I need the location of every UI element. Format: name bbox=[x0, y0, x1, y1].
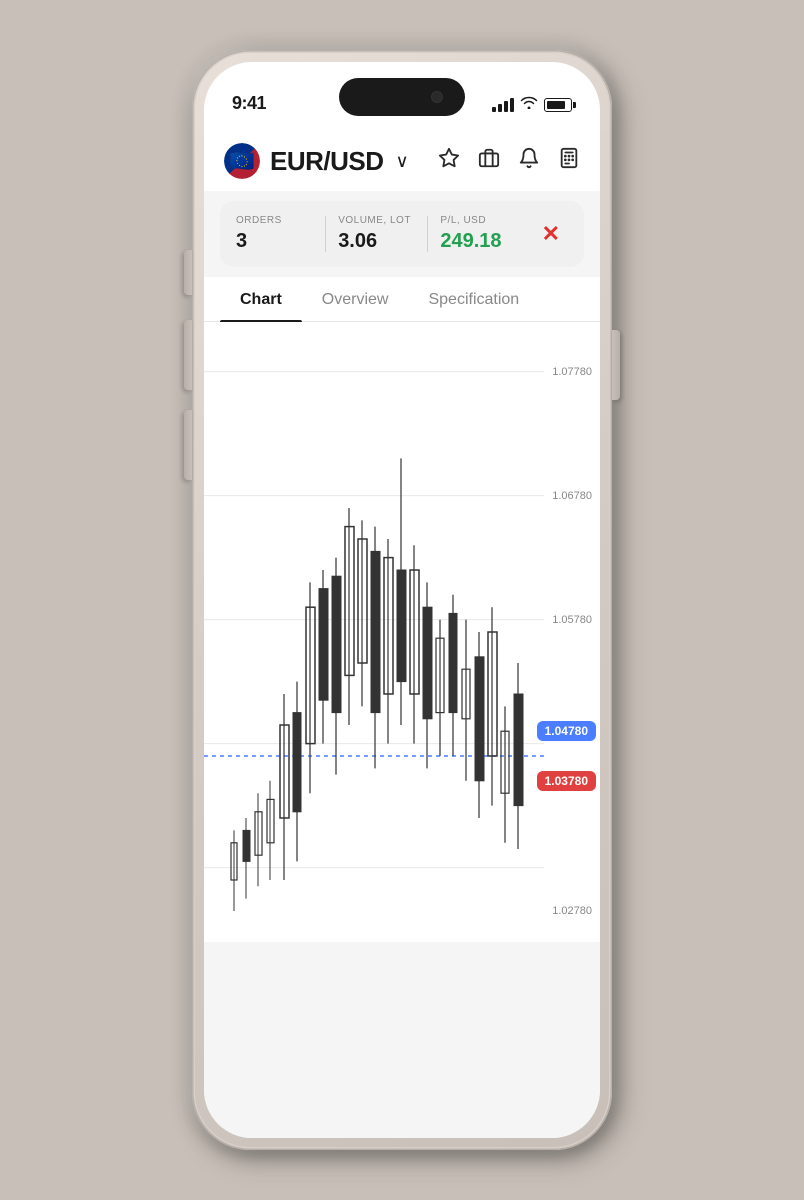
price-level-buy: 1.04780 bbox=[537, 721, 596, 741]
volume-up-button[interactable] bbox=[184, 320, 192, 390]
flag-display: 🇪🇺 bbox=[224, 143, 260, 179]
orders-value: 3 bbox=[236, 230, 313, 253]
price-level-1: 1.07780 bbox=[552, 366, 592, 378]
header-actions bbox=[438, 147, 580, 175]
dropdown-arrow-icon[interactable]: ∨ bbox=[396, 151, 409, 172]
volume-down-button[interactable] bbox=[184, 410, 192, 480]
silent-button[interactable] bbox=[184, 250, 192, 295]
volume-label: VOLUME, LOT bbox=[338, 215, 415, 226]
tab-chart[interactable]: Chart bbox=[220, 277, 302, 321]
tab-overview[interactable]: Overview bbox=[302, 277, 409, 321]
price-level-5: 1.02780 bbox=[552, 905, 592, 917]
volume-stat: VOLUME, LOT 3.06 bbox=[338, 215, 415, 253]
power-button[interactable] bbox=[612, 330, 620, 400]
stats-divider-2 bbox=[427, 216, 428, 252]
status-time: 9:41 bbox=[232, 93, 266, 114]
volume-value: 3.06 bbox=[338, 230, 415, 253]
phone-screen: 9:41 bbox=[204, 62, 600, 1138]
app-content: 🇪🇺 EUR/USD ∨ bbox=[204, 127, 600, 1138]
battery-icon bbox=[544, 98, 572, 112]
status-icons bbox=[492, 95, 572, 114]
price-level-2: 1.06780 bbox=[552, 490, 592, 502]
favorite-icon[interactable] bbox=[438, 147, 460, 175]
stats-divider-1 bbox=[325, 216, 326, 252]
signal-bar-2 bbox=[498, 104, 502, 112]
close-x-icon: ✕ bbox=[542, 221, 560, 246]
orders-label: ORDERS bbox=[236, 215, 313, 226]
signal-bar-4 bbox=[510, 98, 514, 112]
portfolio-icon[interactable] bbox=[478, 147, 500, 175]
camera-dot bbox=[431, 91, 443, 103]
phone-frame: 9:41 bbox=[192, 50, 612, 1150]
chart-lines-svg bbox=[204, 322, 600, 942]
close-button[interactable]: ✕ bbox=[534, 213, 568, 255]
price-level-3: 1.05780 bbox=[552, 614, 592, 626]
stats-card: ORDERS 3 VOLUME, LOT 3.06 P/L, USD 249.1… bbox=[220, 201, 584, 267]
dynamic-island bbox=[339, 78, 465, 116]
bell-icon[interactable] bbox=[518, 147, 540, 175]
pl-label: P/L, USD bbox=[440, 215, 517, 226]
pair-name[interactable]: EUR/USD bbox=[270, 146, 384, 177]
signal-bar-1 bbox=[492, 107, 496, 112]
signal-bar-3 bbox=[504, 101, 508, 112]
battery-fill bbox=[547, 101, 565, 109]
pl-value: 249.18 bbox=[440, 230, 517, 253]
header-left: 🇪🇺 EUR/USD ∨ bbox=[224, 143, 409, 179]
pl-stat: P/L, USD 249.18 bbox=[440, 215, 517, 253]
signal-bars-icon bbox=[492, 98, 514, 112]
wifi-icon bbox=[520, 95, 538, 114]
header: 🇪🇺 EUR/USD ∨ bbox=[204, 127, 600, 191]
tab-specification[interactable]: Specification bbox=[408, 277, 539, 321]
orders-stat: ORDERS 3 bbox=[236, 215, 313, 253]
calculator-icon[interactable] bbox=[558, 147, 580, 175]
chart-area[interactable]: 1.07780 1.06780 1.05780 1.04780 1.03780 … bbox=[204, 322, 600, 942]
candle-group bbox=[231, 458, 523, 911]
tabs-bar: Chart Overview Specification bbox=[204, 277, 600, 322]
eur-usd-flag: 🇪🇺 bbox=[224, 143, 260, 179]
price-level-sell: 1.03780 bbox=[537, 771, 596, 791]
